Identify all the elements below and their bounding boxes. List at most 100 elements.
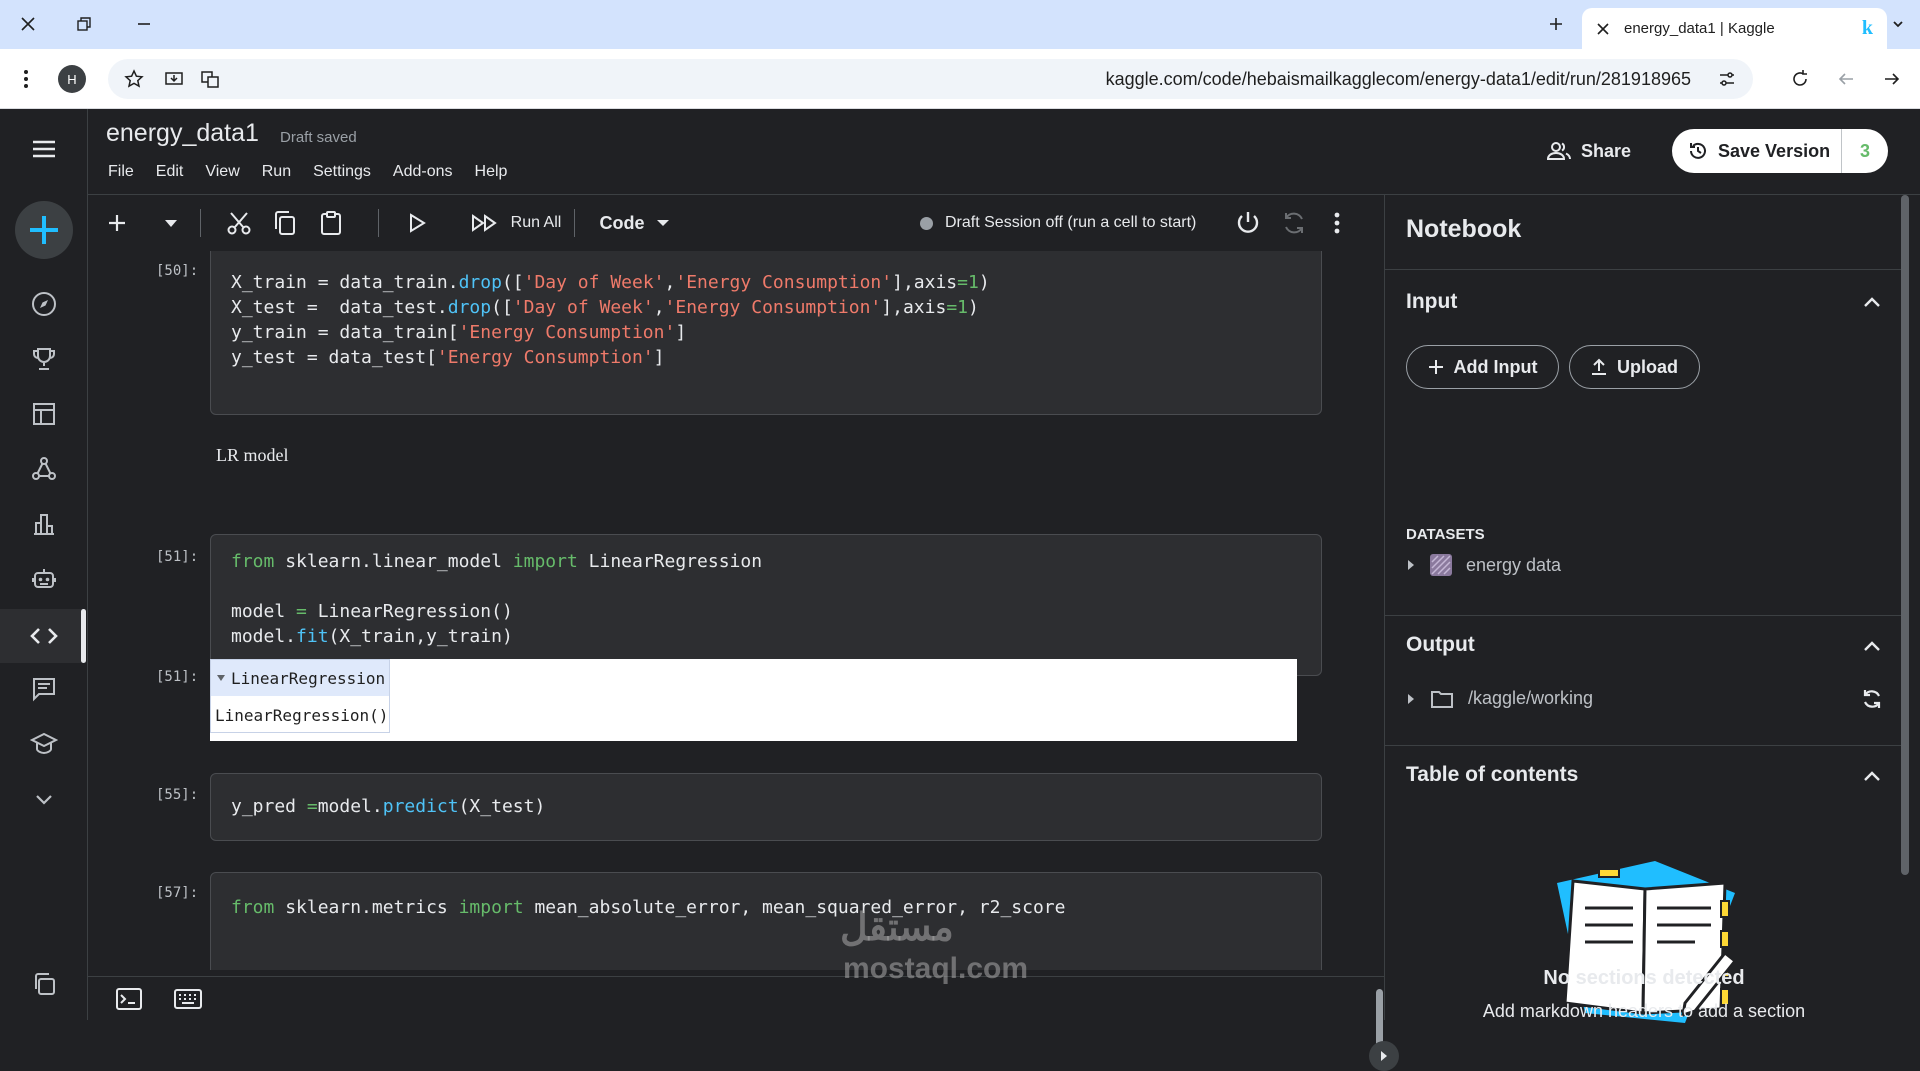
menu-file[interactable]: File — [108, 163, 134, 181]
tab-search-icon[interactable] — [1882, 10, 1914, 38]
collapse-toc-chevron-up-icon[interactable] — [1860, 765, 1884, 789]
cell-type-label: Code — [599, 212, 645, 233]
estimator-header[interactable]: LinearRegression — [211, 660, 389, 696]
menu-view[interactable]: View — [205, 163, 239, 181]
code-line: X_test = data_test.drop(['Day of Week','… — [231, 297, 979, 318]
notebook-side-panel: Notebook Input Add Input Upload DATASETS… — [1384, 195, 1920, 1023]
menu-add-ons[interactable]: Add-ons — [393, 163, 453, 181]
menu-help[interactable]: Help — [475, 163, 508, 181]
markdown-cell[interactable]: LR model — [216, 445, 289, 466]
new-tab-icon[interactable] — [1540, 10, 1572, 38]
site-settings-icon[interactable] — [1717, 69, 1737, 94]
cut-scissors-icon[interactable] — [222, 203, 256, 243]
dataset-item[interactable]: energy data — [1406, 554, 1561, 576]
nav-active-indicator — [81, 609, 86, 663]
reload-icon[interactable] — [1786, 65, 1814, 93]
create-plus-button[interactable] — [15, 201, 73, 259]
hamburger-menu-icon[interactable] — [24, 129, 64, 169]
learn-graduation-cap-icon[interactable] — [24, 724, 64, 764]
run-all-button[interactable]: Run All — [464, 203, 568, 243]
compass-icon[interactable] — [24, 284, 64, 324]
back-arrow-icon[interactable] — [1832, 65, 1860, 93]
notebook-cells: [50]: X_train = data_train.drop(['Day of… — [88, 251, 1384, 970]
power-icon[interactable] — [1230, 203, 1266, 243]
copy-pages-icon[interactable] — [24, 964, 64, 1004]
trophy-icon[interactable] — [24, 339, 64, 379]
code-cell-57[interactable]: from sklearn.metrics import mean_absolut… — [210, 872, 1322, 970]
install-app-icon[interactable] — [164, 69, 184, 94]
code-cell-51[interactable]: from sklearn.linear_model import LinearR… — [210, 534, 1322, 676]
share-button[interactable]: Share — [1535, 129, 1643, 173]
notebook-title[interactable]: energy_data1 — [106, 119, 259, 148]
discussion-icon[interactable] — [24, 669, 64, 709]
browser-menu-icon[interactable] — [12, 65, 40, 93]
estimator-repr: LinearRegression() — [215, 705, 389, 725]
close-tab-icon[interactable] — [1596, 22, 1610, 36]
cell-output: LinearRegression LinearRegression() — [210, 659, 1297, 741]
datasets-label: DATASETS — [1406, 526, 1485, 543]
minimize-window-icon[interactable] — [128, 10, 160, 38]
notebook-toolbar: Run All Code Draft Session off (run a ce… — [88, 195, 1384, 251]
expand-triangle-icon[interactable] — [1406, 693, 1416, 704]
profile-avatar[interactable]: H — [58, 65, 86, 93]
refresh-output-icon[interactable] — [1860, 687, 1884, 711]
code-cell-55[interactable]: y_pred =model.predict(X_test) — [210, 773, 1322, 841]
collapse-input-chevron-up-icon[interactable] — [1860, 291, 1884, 315]
draft-status: Draft saved — [280, 129, 357, 146]
dataset-name: energy data — [1466, 554, 1562, 575]
restart-refresh-icon[interactable] — [1276, 203, 1312, 243]
add-cell-plus-icon[interactable] — [102, 203, 132, 243]
address-bar[interactable]: kaggle.com/code/hebaismailkagglecom/ener… — [108, 59, 1753, 99]
forward-arrow-icon[interactable] — [1878, 65, 1906, 93]
close-window-icon[interactable] — [12, 10, 44, 38]
save-version-button[interactable]: Save Version 3 — [1672, 129, 1888, 173]
menu-run[interactable]: Run — [262, 163, 291, 181]
output-prompt: [51]: — [156, 669, 199, 685]
translate-icon[interactable] — [200, 69, 220, 94]
toc-section-title[interactable]: Table of contents — [1406, 763, 1578, 787]
terminal-icon[interactable] — [116, 988, 142, 1015]
cell-type-select[interactable]: Code — [594, 203, 674, 243]
output-folder-item[interactable]: /kaggle/working — [1406, 688, 1593, 709]
estimator-name: LinearRegression — [231, 668, 386, 688]
fast-forward-icon — [471, 213, 499, 233]
upload-button[interactable]: Upload — [1569, 345, 1700, 389]
browser-tab-bar: energy_data1 | Kaggle k — [0, 0, 1920, 49]
keyboard-icon[interactable] — [174, 988, 202, 1015]
panel-scrollbar-thumb[interactable] — [1901, 195, 1909, 875]
add-cell-dropdown-icon[interactable] — [156, 203, 186, 243]
collapse-output-chevron-up-icon[interactable] — [1860, 635, 1884, 659]
divider — [1385, 745, 1903, 746]
copy-icon[interactable] — [268, 203, 302, 243]
output-section-title[interactable]: Output — [1406, 633, 1475, 657]
run-cell-play-icon[interactable] — [402, 203, 432, 243]
expand-triangle-icon[interactable] — [1406, 560, 1416, 570]
add-input-button[interactable]: Add Input — [1406, 345, 1559, 389]
code-line: from sklearn.linear_model import LinearR… — [231, 551, 763, 572]
bar-chart-icon[interactable] — [24, 504, 64, 544]
history-icon — [1688, 141, 1708, 161]
expand-panel-button[interactable] — [1369, 1041, 1399, 1071]
menu-edit[interactable]: Edit — [156, 163, 184, 181]
menu-settings[interactable]: Settings — [313, 163, 371, 181]
active-tab[interactable]: energy_data1 | Kaggle k — [1582, 8, 1887, 49]
version-count[interactable]: 3 — [1842, 141, 1888, 162]
url-text[interactable]: kaggle.com/code/hebaismailkagglecom/ener… — [1106, 69, 1691, 90]
session-status: Draft Session off (run a cell to start) — [920, 195, 1196, 251]
restore-window-icon[interactable] — [68, 10, 100, 38]
code-icon[interactable] — [24, 616, 64, 656]
robot-icon[interactable] — [24, 559, 64, 599]
paste-clipboard-icon[interactable] — [314, 203, 348, 243]
output-path: /kaggle/working — [1468, 688, 1594, 708]
code-cell-50[interactable]: X_train = data_train.drop(['Day of Week'… — [210, 251, 1322, 415]
chevron-right-icon — [1381, 1051, 1387, 1061]
more-chevron-down-icon[interactable] — [24, 779, 64, 819]
people-icon — [1546, 141, 1571, 161]
bookmark-star-icon[interactable] — [124, 69, 144, 94]
session-status-text: Draft Session off (run a cell to start) — [945, 214, 1197, 231]
toolbar-divider — [378, 209, 379, 237]
table-icon[interactable] — [24, 394, 64, 434]
input-section-title[interactable]: Input — [1406, 290, 1457, 314]
models-icon[interactable] — [24, 449, 64, 489]
more-options-icon[interactable] — [1322, 203, 1352, 243]
